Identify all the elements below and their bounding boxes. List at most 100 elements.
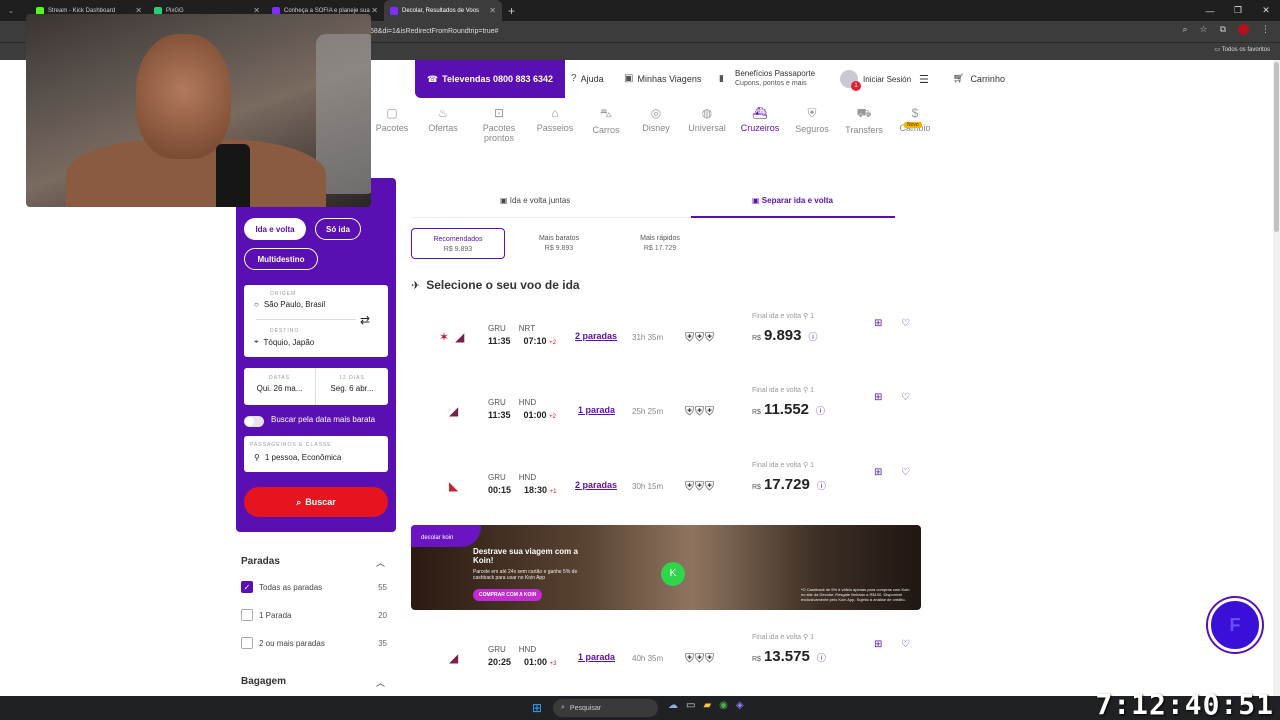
- extensions-icon[interactable]: ⧉: [1220, 24, 1226, 35]
- add-to-cart-icon[interactable]: ⊞: [874, 467, 882, 478]
- chat-assistant-button[interactable]: F: [1208, 598, 1262, 652]
- checkbox-checked-icon[interactable]: ✓: [241, 581, 253, 593]
- nav-pacotes-prontos[interactable]: ⊡ Pacotes prontos: [474, 106, 524, 143]
- url-field[interactable]: 58&di=1&isRedirectFromRoundtrip=true#: [370, 24, 1170, 39]
- profile-avatar-icon[interactable]: [1238, 24, 1249, 35]
- nav-label: Cruzeiros: [740, 123, 780, 133]
- filter-option[interactable]: 2 ou mais paradas 35: [241, 637, 387, 649]
- destination-airport: HND: [518, 398, 537, 407]
- person-icon: ⚲: [802, 462, 809, 469]
- sort-mais-rapidos[interactable]: Mais rápidos R$ 17.729: [613, 228, 707, 259]
- flight-row[interactable]: ◣ GRU HND 00:15 18:30 +1 2 paradas 30h 15m…: [411, 461, 921, 521]
- close-window-icon[interactable]: ✕: [1252, 5, 1280, 16]
- app-icon[interactable]: ◈: [736, 700, 744, 711]
- tab-separar-ida-volta[interactable]: ▣ Separar ida e volta: [752, 196, 833, 205]
- banner-cta-button[interactable]: COMPRAR COM A KOIN: [473, 589, 543, 601]
- hamburger-menu-icon[interactable]: ☰: [919, 73, 929, 86]
- add-to-cart-icon[interactable]: ⊞: [874, 639, 882, 650]
- nav-seguros[interactable]: ⛨ Seguros: [787, 106, 837, 134]
- search-button[interactable]: ⌕ Buscar: [244, 487, 388, 517]
- filter-option[interactable]: ✓ Todas as paradas 55: [241, 581, 387, 593]
- maximize-icon[interactable]: ❐: [1224, 5, 1252, 16]
- flight-row[interactable]: ✶ ◢ GRU NRT 11:35 07:10 +2 2 paradas 31h 3…: [411, 312, 921, 372]
- nav-disney[interactable]: ◎ Disney: [631, 106, 681, 133]
- heart-icon[interactable]: ♡: [901, 318, 910, 329]
- swap-icon[interactable]: ⇄: [360, 313, 370, 327]
- nav-cambio[interactable]: $ Câmbio Novo: [890, 106, 940, 133]
- tab-search-icon[interactable]: ⌄: [0, 7, 30, 15]
- ajuda-label: Ajuda: [580, 73, 604, 84]
- minimize-icon[interactable]: —: [1196, 6, 1224, 16]
- add-to-cart-icon[interactable]: ⊞: [874, 392, 882, 403]
- nav-carros[interactable]: ⛍ Carros: [581, 106, 631, 135]
- heart-icon[interactable]: ♡: [901, 392, 910, 403]
- location-pin-icon: ⌖: [254, 337, 259, 346]
- date-start-field[interactable]: DATAS Qui. 26 ma...: [244, 368, 316, 405]
- televendas-label: Televendas 0800 883 6342: [442, 74, 554, 84]
- trip-multi-button[interactable]: Multidestino: [244, 248, 318, 270]
- info-icon[interactable]: ⓘ: [817, 479, 826, 492]
- koin-promo-banner[interactable]: decolar koin Destrave sua viagem com a K…: [411, 525, 921, 610]
- stops-link[interactable]: 2 paradas: [575, 480, 617, 490]
- bookmark-star-icon[interactable]: ☆: [1199, 24, 1207, 35]
- flight-row[interactable]: ◢ GRU HND 11:35 01:00 +2 1 parada 25h 25m …: [411, 386, 921, 446]
- bagagem-filter-title[interactable]: Bagagem: [241, 676, 286, 687]
- nav-ofertas[interactable]: ♨ Ofertas: [418, 106, 468, 133]
- chevron-up-icon[interactable]: ︿: [376, 556, 385, 569]
- destination-field[interactable]: ⌖ Tóquio, Japão: [254, 337, 314, 347]
- stops-link[interactable]: 1 parada: [578, 652, 615, 662]
- tab-ida-volta-juntas[interactable]: ▣ Ida e volta juntas: [500, 196, 570, 205]
- nav-pacotes[interactable]: ▢ Pacotes: [367, 106, 417, 133]
- destination-airport: HND: [518, 645, 537, 654]
- flight-row[interactable]: ◢ GRU HND 20:25 01:00 +3 1 parada 40h 35m …: [411, 633, 921, 693]
- date-end-field[interactable]: 12 DIAS Seg. 6 abr...: [316, 368, 388, 405]
- passengers-field[interactable]: PASSAGEIROS E CLASSE ⚲ 1 pessoa, Econômic…: [244, 436, 388, 472]
- stops-link[interactable]: 2 paradas: [575, 331, 617, 341]
- trip-round-button[interactable]: Ida e volta: [244, 218, 306, 240]
- login-label: Iniciar Sesión: [863, 74, 912, 84]
- tab-close-icon[interactable]: ✕: [371, 6, 378, 15]
- tab-close-icon[interactable]: ✕: [489, 6, 496, 15]
- windows-start-icon[interactable]: ⊞: [532, 701, 546, 715]
- sort-recomendados[interactable]: Recomendados R$ 9.893: [411, 228, 505, 259]
- beneficios-link[interactable]: Benefícios Passaporte Cupons, pontos e m…: [735, 69, 815, 89]
- nav-passeios[interactable]: ⌂ Passeios: [530, 106, 580, 133]
- info-icon[interactable]: ⓘ: [809, 330, 818, 343]
- filter-option[interactable]: 1 Parada 20: [241, 609, 387, 621]
- duration: 31h 35m: [632, 333, 664, 342]
- info-icon[interactable]: ⓘ: [816, 404, 825, 417]
- login-button[interactable]: 1 Iniciar Sesión ☰: [840, 70, 929, 91]
- sort-mais-baratos[interactable]: Mais baratos R$ 9.893: [512, 228, 606, 259]
- chrome-icon[interactable]: ◉: [719, 700, 728, 711]
- info-icon[interactable]: ⓘ: [817, 651, 826, 664]
- stops-link[interactable]: 1 parada: [578, 405, 615, 415]
- paradas-filter-title[interactable]: Paradas: [241, 556, 280, 567]
- browser-tab-active[interactable]: Decolar, Resultados de Voos ✕: [384, 0, 502, 21]
- new-tab-icon[interactable]: +: [508, 4, 515, 18]
- page-scrollbar-thumb[interactable]: [1274, 62, 1279, 232]
- zoom-icon[interactable]: ⌕: [1182, 24, 1187, 35]
- nav-universal[interactable]: ◍ Universal: [682, 106, 732, 133]
- ajuda-link[interactable]: ? Ajuda: [571, 73, 604, 84]
- checkbox-icon[interactable]: [241, 609, 253, 621]
- nav-cruzeiros[interactable]: ⛴ Cruzeiros: [735, 106, 785, 133]
- passengers-value: 1 pessoa, Econômica: [264, 453, 342, 462]
- heart-icon[interactable]: ♡: [901, 467, 910, 478]
- minhas-viagens-link[interactable]: ▣ Minhas Viagens: [624, 73, 701, 84]
- origin-field[interactable]: ○ São Paulo, Brasil: [254, 300, 325, 309]
- taskbar-search[interactable]: ⌕ Pesquisar: [553, 699, 658, 717]
- heart-icon[interactable]: ♡: [901, 639, 910, 650]
- televendas-button[interactable]: ☎ Televendas 0800 883 6342: [415, 60, 565, 98]
- file-explorer-icon[interactable]: ▰: [703, 700, 711, 711]
- cart-link[interactable]: 🛒︎ Carrinho: [953, 73, 1005, 84]
- cheapest-date-toggle[interactable]: [244, 416, 264, 427]
- checkbox-icon[interactable]: [241, 637, 253, 649]
- menu-kebab-icon[interactable]: ⋮: [1261, 24, 1270, 35]
- chevron-up-icon[interactable]: ︿: [376, 676, 385, 689]
- add-to-cart-icon[interactable]: ⊞: [874, 318, 882, 329]
- all-bookmarks-link[interactable]: ▭ Todos os favoritos: [1214, 46, 1270, 53]
- task-view-icon[interactable]: ▭: [686, 700, 695, 711]
- trip-oneway-button[interactable]: Só ida: [315, 218, 361, 240]
- widgets-icon[interactable]: ☁: [668, 700, 678, 711]
- nav-transfers[interactable]: ⛟ Transfers: [839, 106, 889, 135]
